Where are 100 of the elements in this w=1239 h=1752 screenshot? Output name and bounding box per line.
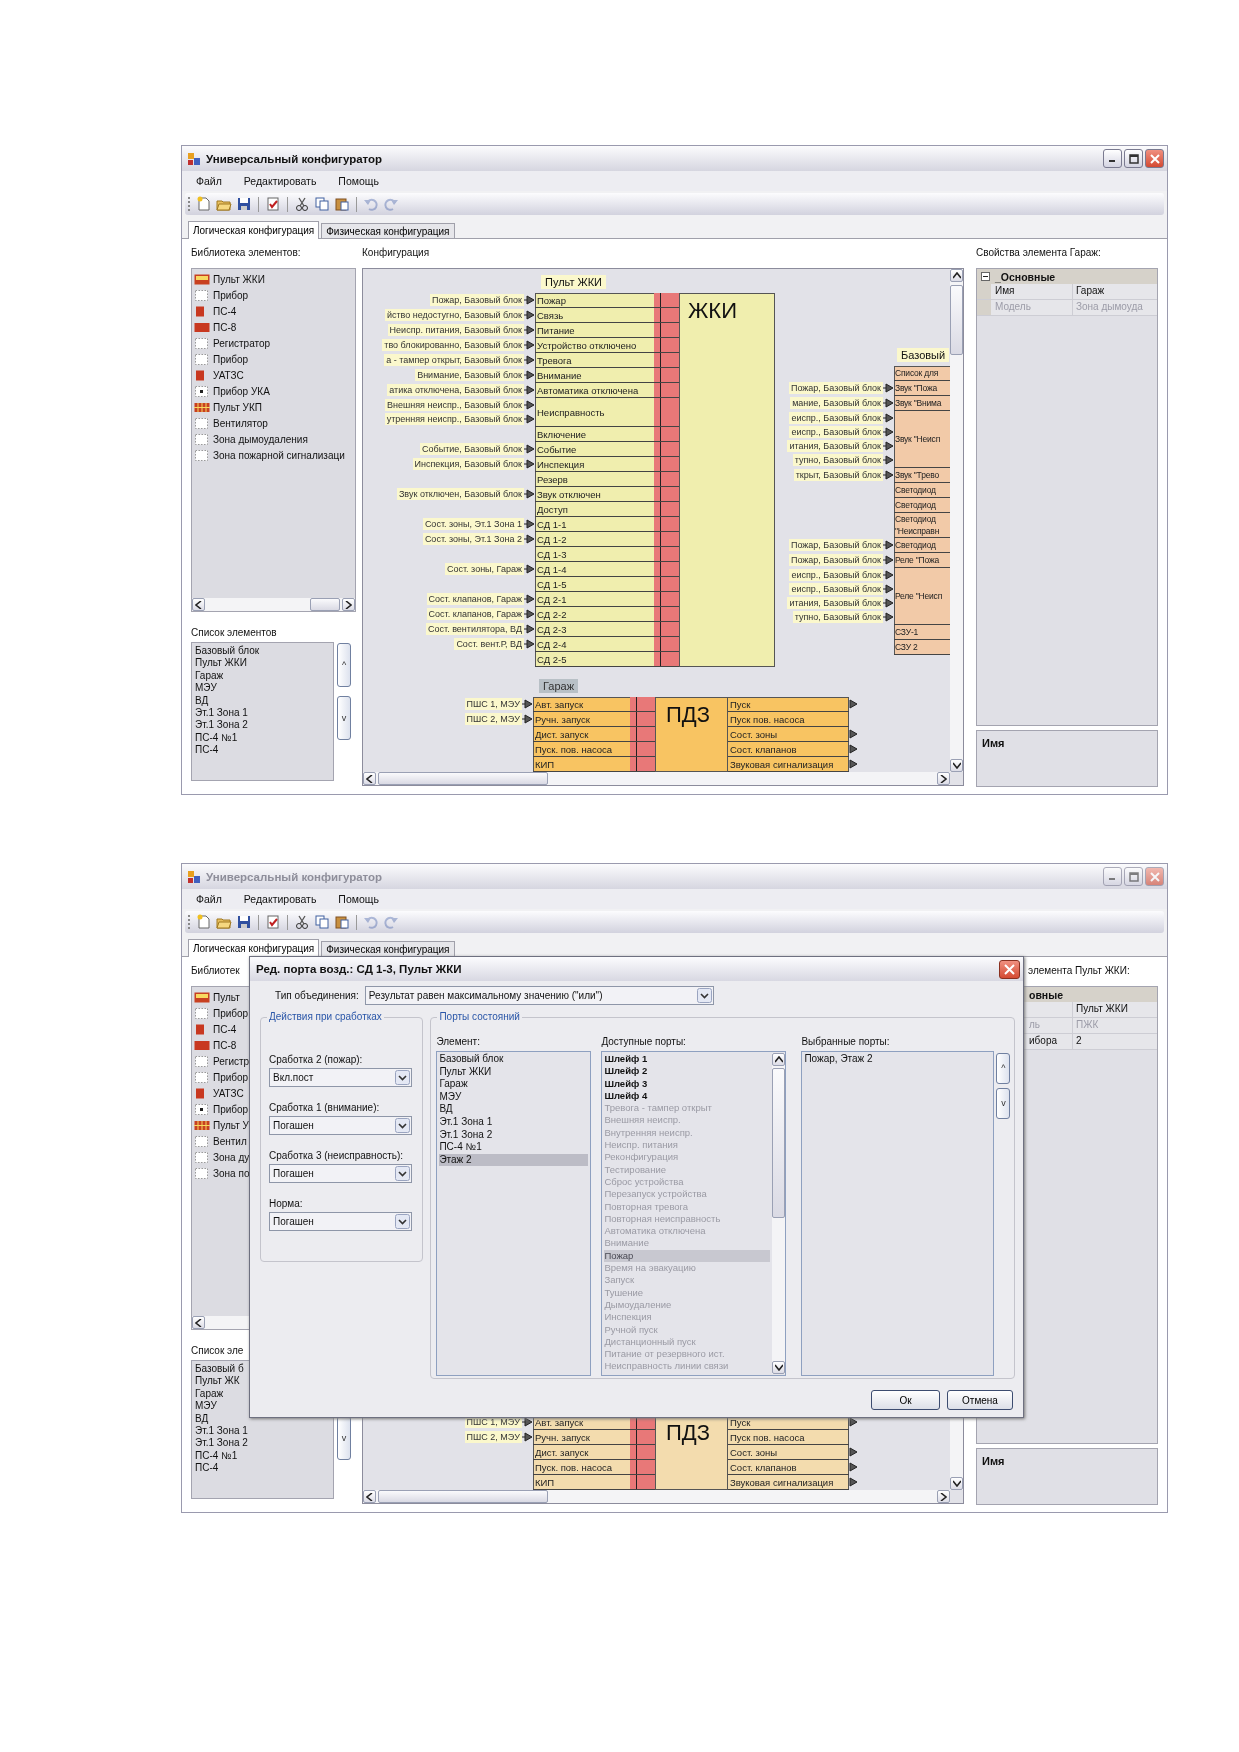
block-title: ПДЗ xyxy=(666,1420,710,1445)
library-item[interactable]: УАТЗС xyxy=(213,369,244,381)
order-button[interactable]: ^ xyxy=(996,1053,1011,1084)
list-item[interactable]: Шлейф 3 xyxy=(604,1077,771,1090)
link-label: тво блокированно, Базовый блок xyxy=(382,339,524,351)
list-label: Выбранные порты: xyxy=(801,1036,890,1048)
library-item[interactable]: Регистр xyxy=(213,1055,250,1067)
library-item[interactable]: Прибор xyxy=(213,353,249,365)
list-item[interactable]: Эт.1 Зона 2 xyxy=(195,719,330,732)
menu-item[interactable]: Редактировать xyxy=(243,175,317,187)
list-item[interactable]: Гараж xyxy=(195,669,330,683)
input-port: СД 1-1 xyxy=(536,517,567,531)
input-port: Авт. запуск xyxy=(534,697,584,711)
list-item[interactable]: ПС-4 xyxy=(195,744,330,757)
tab[interactable]: Физическая конфигурация xyxy=(321,223,455,238)
menu-item[interactable]: Помощь xyxy=(338,175,379,187)
block-title: ЖКИ xyxy=(688,298,737,323)
library-item[interactable]: Зона по xyxy=(213,1167,250,1179)
dropdown[interactable]: Погашен xyxy=(269,1212,412,1231)
library-item[interactable]: Вентилятор xyxy=(213,417,268,429)
output-port: Сост. зоны xyxy=(729,1445,778,1459)
list-item[interactable]: ПС-4 №1 xyxy=(439,1141,589,1154)
link-label: ПШС 2, МЭУ xyxy=(464,1431,522,1443)
library-item[interactable]: ПС-4 xyxy=(213,1023,237,1035)
list-item[interactable]: МЭУ xyxy=(439,1090,589,1104)
menu-item[interactable]: Файл xyxy=(196,893,222,905)
list-item[interactable]: Эт.1 Зона 1 xyxy=(195,707,330,720)
list-item[interactable]: Шлейф 2 xyxy=(604,1065,771,1078)
list-item[interactable]: Пожар, Этаж 2 xyxy=(804,1053,992,1066)
list-item[interactable]: МЭУ xyxy=(195,682,330,695)
list-item[interactable]: ПС-4 №1 xyxy=(195,1449,330,1463)
library-item[interactable]: Прибор УКА xyxy=(213,385,270,397)
library-item[interactable]: Регистратор xyxy=(213,337,271,349)
link-label: атика отключена, Базовый блок xyxy=(387,384,524,396)
list-item[interactable]: Базовый блок xyxy=(439,1053,589,1066)
library-item[interactable]: Прибор xyxy=(213,1103,249,1115)
library-item[interactable]: Зона дымоудаления xyxy=(213,433,308,445)
menu-item[interactable]: Файл xyxy=(196,175,222,187)
menu-item[interactable]: Помощь xyxy=(338,893,379,905)
order-button[interactable]: v xyxy=(996,1088,1011,1119)
library-item[interactable]: Прибор xyxy=(213,289,249,301)
dropdown[interactable]: Погашен xyxy=(269,1164,412,1183)
input-port: СД 1-5 xyxy=(536,577,567,591)
dialog-button[interactable]: Отмена xyxy=(947,1390,1013,1410)
list-item[interactable]: ПС-4 xyxy=(195,1462,330,1475)
property-group-header[interactable]: _Основные xyxy=(977,269,1157,284)
library-item[interactable]: Пульт ЖКИ xyxy=(213,273,265,285)
property-row[interactable]: Имя Гараж xyxy=(977,284,1157,300)
list-item[interactable]: Эт.1 Зона 1 xyxy=(195,1425,330,1438)
tab[interactable]: Логическая конфигурация xyxy=(188,221,320,239)
menu-item[interactable]: Редактировать xyxy=(243,893,317,905)
link-label: Событие, Базовый блок xyxy=(420,443,524,455)
property-value: Зона дымоуда xyxy=(1076,301,1143,312)
library-item[interactable]: Зона ду xyxy=(213,1151,250,1163)
library-item[interactable]: Прибор xyxy=(213,1071,249,1083)
library-item[interactable]: УАТЗС xyxy=(213,1087,244,1099)
library-item[interactable]: Пульт У xyxy=(213,1119,249,1131)
input-port: Светодиод "Неисправн xyxy=(894,513,941,537)
library-item[interactable]: Пульт xyxy=(213,991,240,1003)
list-item[interactable]: Шлейф 1 xyxy=(604,1053,771,1066)
list-item[interactable]: ПС-4 №1 xyxy=(195,731,330,745)
library-item[interactable]: ПС-8 xyxy=(213,1039,237,1051)
list-item[interactable]: Базовый блок xyxy=(195,645,330,658)
dropdown[interactable]: Погашен xyxy=(269,1116,412,1135)
tab[interactable]: Логическая конфигурация xyxy=(188,939,320,957)
input-port: Неисправность xyxy=(536,405,605,419)
list-item[interactable]: Этаж 2 xyxy=(439,1153,589,1167)
scroll-down-button[interactable]: v xyxy=(337,696,351,740)
library-item[interactable]: ПС-4 xyxy=(213,305,237,317)
library-item[interactable]: Прибор xyxy=(213,1007,249,1019)
link-label: Сост. зоны, Эт.1 Зона 2 xyxy=(422,533,524,545)
input-port: Светодиод xyxy=(894,539,936,551)
input-port: Список для xyxy=(894,367,939,379)
input-port: СД 2-2 xyxy=(536,607,567,621)
library-item[interactable]: Зона пожарной сигнализаци xyxy=(213,449,345,461)
block-title: ПДЗ xyxy=(666,702,710,727)
library-item[interactable]: Вентил xyxy=(213,1135,247,1147)
output-port: Пуск пов. насоса xyxy=(729,1430,805,1444)
dropdown[interactable]: Вкл.пост xyxy=(269,1068,412,1087)
list-item[interactable]: Гараж xyxy=(439,1078,589,1091)
link-label: еиспр., Базовый блок xyxy=(789,426,883,438)
input-port: Ручн. запуск xyxy=(534,712,590,726)
scroll-down-button[interactable]: v xyxy=(337,1416,351,1460)
list-item[interactable]: Пульт ЖКИ xyxy=(439,1065,589,1079)
list-item[interactable]: Пульт ЖКИ xyxy=(195,657,330,670)
list-item[interactable]: Пожар xyxy=(604,1249,771,1263)
scroll-up-button[interactable]: ^ xyxy=(337,643,351,687)
library-item[interactable]: Пульт УКП xyxy=(213,401,262,413)
list-item[interactable]: Эт.1 Зона 2 xyxy=(439,1128,589,1142)
list-item[interactable]: Эт.1 Зона 1 xyxy=(439,1115,589,1129)
library-item[interactable]: ПС-8 xyxy=(213,321,237,333)
list-item[interactable]: Эт.1 Зона 2 xyxy=(195,1437,330,1450)
list-item[interactable]: Шлейф 4 xyxy=(604,1089,771,1103)
property-value: Пульт ЖКИ xyxy=(1076,1003,1128,1014)
properties-label: элемента Пульт ЖКИ: xyxy=(1028,964,1130,978)
dropdown[interactable]: Результат равен максимальному значению ("или") xyxy=(364,986,714,1005)
list-item[interactable]: ВД xyxy=(195,694,330,708)
tab[interactable]: Физическая конфигурация xyxy=(321,941,455,956)
list-item[interactable]: ВД xyxy=(439,1103,589,1116)
dialog-button[interactable]: Ок xyxy=(871,1390,940,1410)
